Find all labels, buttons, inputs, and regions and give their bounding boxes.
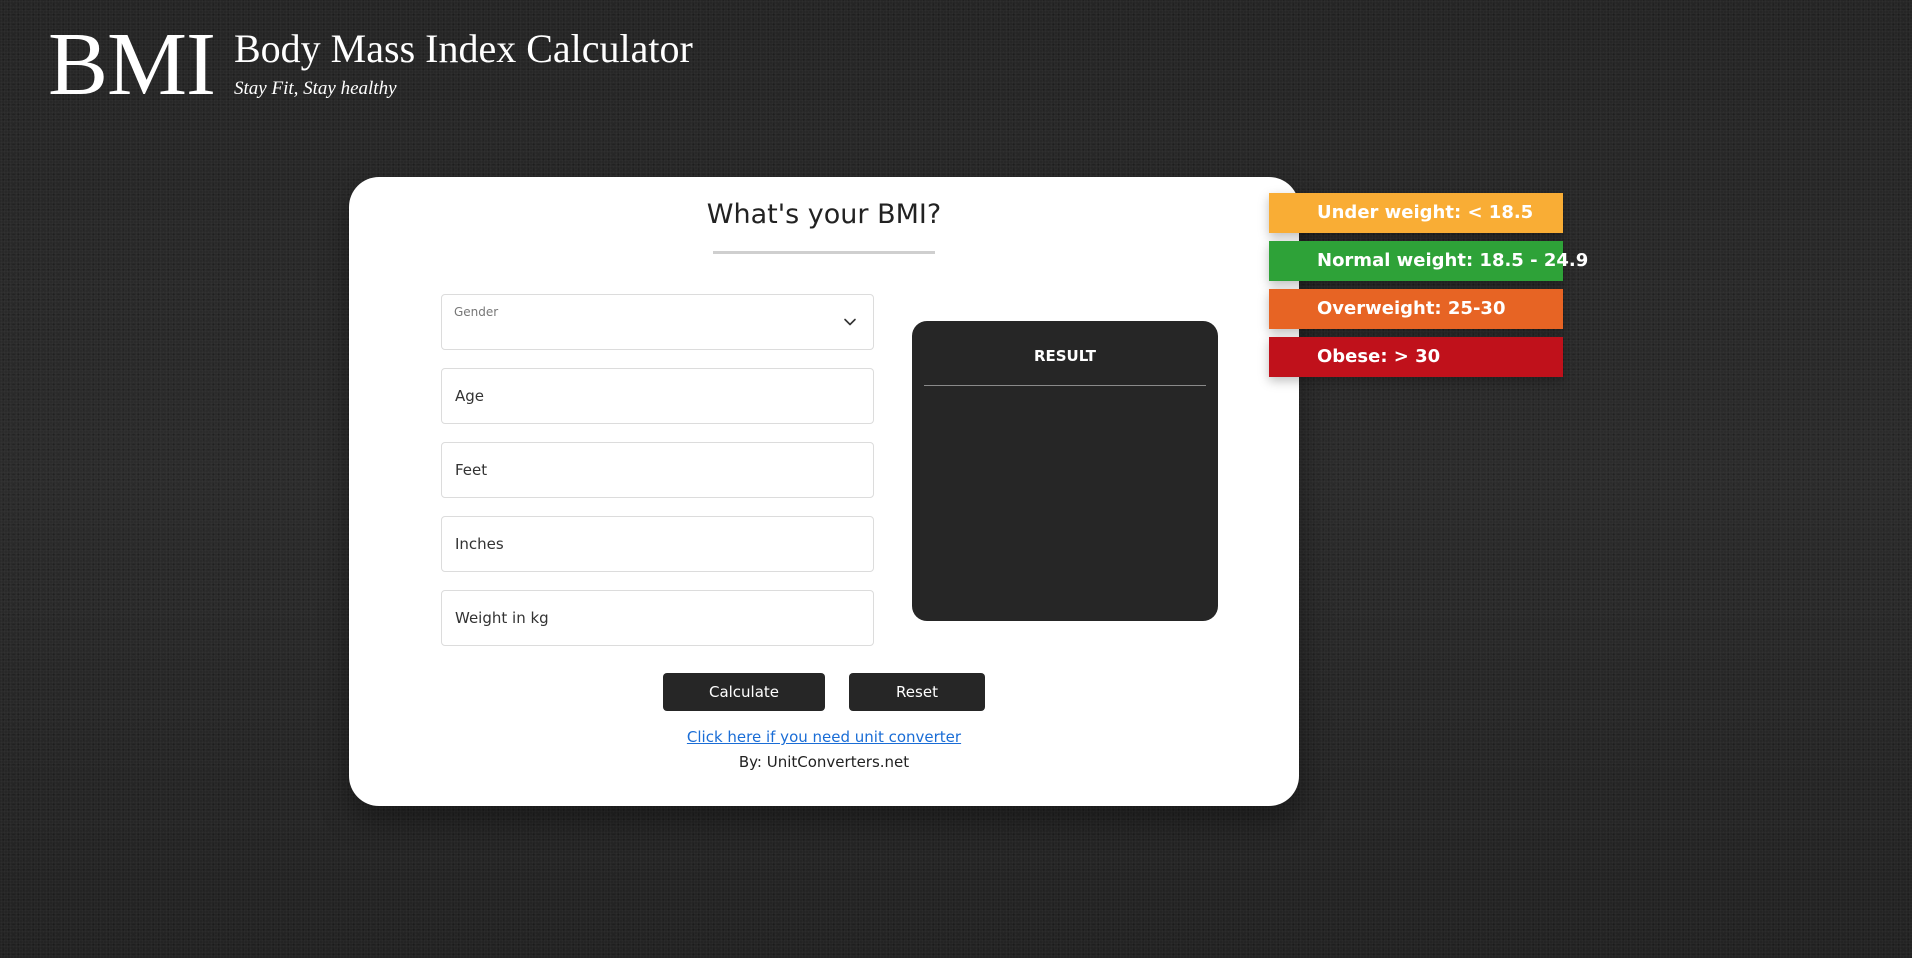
result-title: RESULT [1033,347,1097,365]
bmi-category-legend: Under weight: < 18.5 Normal weight: 18.5… [1269,193,1588,385]
site-title: Body Mass Index Calculator [234,26,693,71]
weight-input[interactable] [442,591,873,645]
legend-obese: Obese: > 30 [1269,337,1563,377]
inches-input[interactable] [442,517,873,571]
chevron-down-icon [844,318,856,326]
unit-converter-link[interactable]: Click here if you need unit converter [349,728,1299,746]
credit-text: By: UnitConverters.net [738,753,910,771]
gender-label: Gender [454,305,499,319]
age-field-wrapper [441,368,874,424]
feet-input[interactable] [442,443,873,497]
weight-field-wrapper [441,590,874,646]
logo-abbreviation: BMI [48,15,216,114]
site-tagline: Stay Fit, Stay healthy [234,78,397,99]
card-heading: What's your BMI? [706,199,942,230]
reset-button[interactable]: Reset [849,673,985,711]
calculate-button[interactable]: Calculate [663,673,825,711]
age-input[interactable] [442,369,873,423]
inches-field-wrapper [441,516,874,572]
heading-underline [713,251,935,254]
legend-underweight: Under weight: < 18.5 [1269,193,1563,233]
feet-field-wrapper [441,442,874,498]
result-divider [924,385,1206,386]
result-panel: RESULT [912,321,1218,621]
legend-normal-weight: Normal weight: 18.5 - 24.9 [1269,241,1588,281]
bmi-calculator-card: What's your BMI? Gender RESULT Calculate… [349,177,1299,806]
gender-select[interactable]: Gender [441,294,874,350]
legend-overweight: Overweight: 25-30 [1269,289,1563,329]
